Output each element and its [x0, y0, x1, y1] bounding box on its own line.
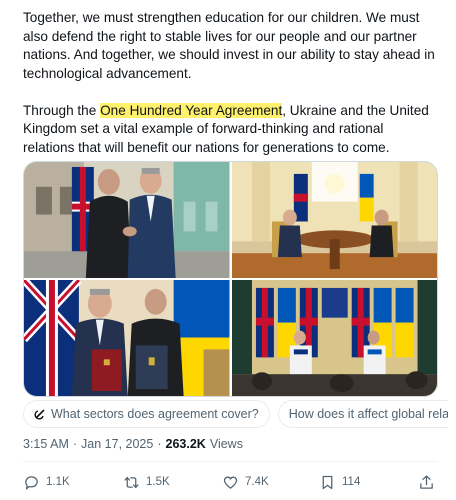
- suggestion-label: What sectors does agreement cover?: [51, 407, 259, 421]
- heart-icon: [223, 476, 238, 489]
- grok-icon: [34, 409, 45, 420]
- post-meta: 3:15 AM · Jan 17, 2025 · 263.2K Views: [23, 437, 243, 451]
- meta-separator: ·: [157, 437, 162, 451]
- share-icon: [420, 474, 433, 489]
- repost-count: 1.5K: [146, 476, 170, 488]
- bookmark-button[interactable]: 114: [319, 470, 360, 494]
- grok-suggestions: What sectors does agreement cover? How d…: [23, 400, 448, 430]
- reply-button[interactable]: 1.1K: [23, 470, 70, 494]
- post-paragraph-1: Together, we must strengthen education f…: [23, 10, 435, 81]
- handshake-photo[interactable]: [24, 162, 230, 278]
- like-count: 7.4K: [245, 476, 269, 488]
- highlighted-agreement-name: One Hundred Year Agreement: [100, 102, 283, 118]
- views-count: 263.2K: [165, 437, 206, 451]
- media-grid: [23, 161, 438, 397]
- share-button[interactable]: [418, 470, 435, 494]
- like-button[interactable]: 7.4K: [222, 470, 269, 494]
- bookmark-icon: [322, 475, 333, 489]
- post-time[interactable]: 3:15 AM: [23, 437, 69, 451]
- reply-icon: [25, 475, 38, 490]
- repost-button[interactable]: 1.5K: [123, 470, 170, 494]
- repost-icon: [124, 476, 139, 488]
- paragraph-2-start: Through the: [23, 102, 101, 118]
- post-date[interactable]: Jan 17, 2025: [81, 437, 153, 451]
- suggestion-chip[interactable]: What sectors does agreement cover?: [23, 400, 270, 428]
- press-conference-photo[interactable]: [231, 280, 437, 396]
- bookmark-count: 114: [342, 476, 361, 488]
- suggestion-chip[interactable]: How does it affect global relations?: [277, 400, 448, 428]
- post-body: Together, we must strengthen education f…: [23, 9, 438, 157]
- post-paragraph-2: Through the One Hundred Year Agreement, …: [23, 102, 438, 158]
- divider: [23, 461, 438, 462]
- signed-folders-photo[interactable]: [24, 280, 230, 396]
- views-label: Views: [209, 437, 243, 451]
- meta-separator: ·: [72, 437, 78, 451]
- action-bar: 1.1K 1.5K 7.4K 114: [23, 470, 438, 494]
- meeting-photo[interactable]: [231, 162, 437, 278]
- suggestion-label: How does it affect global relations?: [288, 407, 448, 421]
- reply-count: 1.1K: [46, 476, 70, 488]
